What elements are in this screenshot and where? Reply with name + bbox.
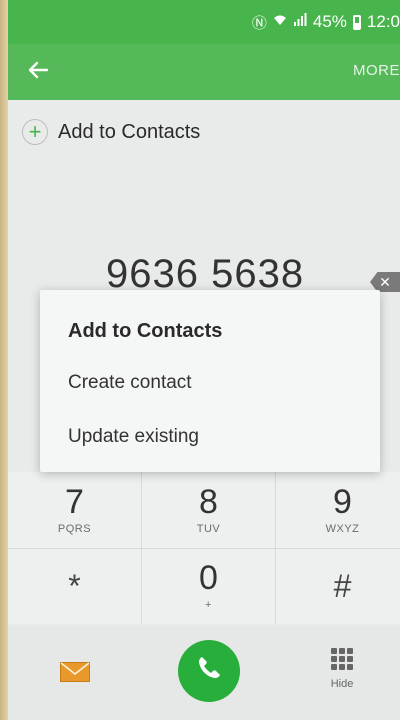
- create-contact-option[interactable]: Create contact: [68, 372, 192, 394]
- plus-icon: +: [22, 119, 48, 145]
- add-to-contacts-label: Add to Contacts: [58, 120, 201, 143]
- key-digit: #: [333, 567, 352, 604]
- hide-keypad-button[interactable]: Hide: [322, 648, 362, 704]
- key-hash[interactable]: #: [276, 548, 400, 624]
- key-digit: 8: [199, 483, 218, 521]
- clock: 12:0: [366, 12, 400, 31]
- signal-icon: [293, 13, 307, 31]
- key-digit: 9: [333, 483, 352, 521]
- key-7[interactable]: 7 PQRS: [8, 472, 141, 548]
- wifi-icon: [273, 13, 287, 31]
- call-button[interactable]: [178, 640, 240, 702]
- nfc-icon: Ⓝ: [251, 14, 267, 32]
- key-star[interactable]: *: [8, 548, 141, 624]
- keypad: 7 PQRS 8 TUV 9 WXYZ * 0 + #: [8, 472, 400, 624]
- key-digit: 0: [199, 559, 218, 597]
- add-to-contacts-row[interactable]: + Add to Contacts: [22, 112, 200, 152]
- keypad-grid-icon: [331, 648, 353, 670]
- key-9[interactable]: 9 WXYZ: [276, 472, 400, 548]
- status-indicators: Ⓝ 45% 12:0: [252, 10, 400, 34]
- phone-screen: Ⓝ 45% 12:0 MORE + Add to Contacts 9636 5…: [8, 0, 400, 720]
- backspace-button[interactable]: ✕: [370, 272, 400, 292]
- key-letters: PQRS: [57, 523, 92, 535]
- keypad-divider: [8, 548, 400, 549]
- key-letters: WXYZ: [325, 523, 360, 535]
- arrow-left-icon: [27, 57, 49, 88]
- phone-icon: [195, 654, 223, 689]
- envelope-icon: [60, 662, 90, 686]
- key-digit: *: [68, 567, 81, 604]
- add-to-contacts-dialog: Add to Contacts Create contact Update ex…: [40, 290, 380, 472]
- key-digit: 7: [65, 483, 84, 521]
- hide-label: Hide: [330, 678, 354, 690]
- close-icon: ✕: [379, 273, 391, 290]
- more-button[interactable]: MORE: [353, 62, 400, 79]
- key-0[interactable]: 0 +: [142, 548, 275, 624]
- bottom-action-bar: Hide: [8, 626, 400, 720]
- update-existing-option[interactable]: Update existing: [68, 426, 199, 448]
- key-letters: +: [205, 599, 212, 611]
- back-button[interactable]: [20, 54, 56, 90]
- app-bar: MORE: [8, 44, 400, 100]
- battery-icon: [352, 14, 361, 30]
- phone-bezel-left: [0, 0, 8, 720]
- message-button[interactable]: [60, 662, 90, 682]
- key-8[interactable]: 8 TUV: [142, 472, 275, 548]
- status-bar: Ⓝ 45% 12:0: [8, 0, 400, 44]
- key-letters: TUV: [196, 523, 221, 535]
- dialog-title: Add to Contacts: [68, 320, 223, 342]
- battery-percent: 45%: [312, 12, 347, 31]
